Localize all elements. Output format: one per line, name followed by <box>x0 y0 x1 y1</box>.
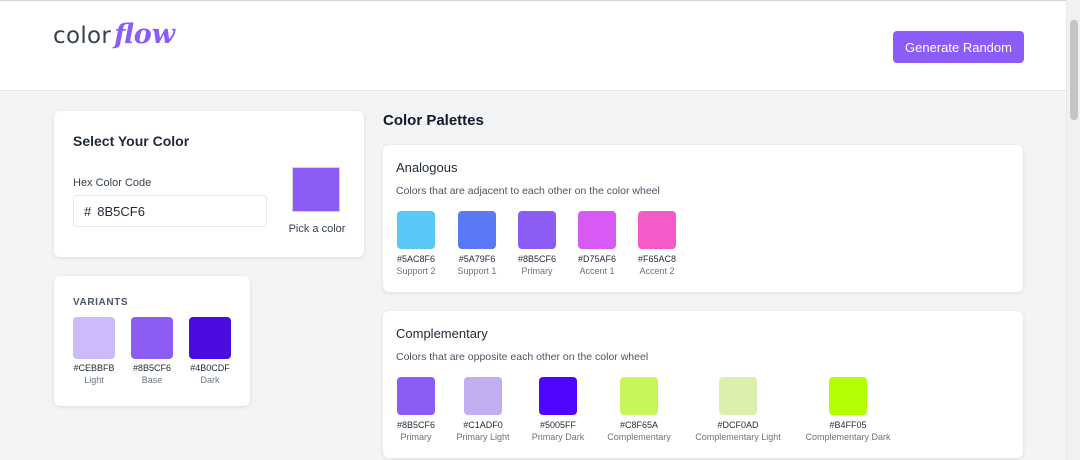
swatch-label: Primary <box>400 432 432 442</box>
swatch-color[interactable] <box>397 377 435 415</box>
swatch-label: Complementary Light <box>695 432 781 442</box>
logo-text-flow: flow <box>114 19 176 50</box>
variant-label: Base <box>141 375 163 385</box>
palette-description: Colors that are opposite each other on t… <box>396 351 649 363</box>
palette-swatch-complementary[interactable]: #C8F65A Complementary <box>599 377 679 442</box>
hex-input-container[interactable]: # <box>73 195 267 227</box>
scrollbar-thumb[interactable] <box>1070 20 1078 120</box>
generate-random-button[interactable]: Generate Random <box>893 31 1024 63</box>
color-selector-card: Select Your Color Hex Color Code # Pick … <box>54 111 364 257</box>
variant-swatch[interactable] <box>131 317 173 359</box>
palette-description: Colors that are adjacent to each other o… <box>396 185 660 197</box>
swatch-color[interactable] <box>518 211 556 249</box>
swatch-hex: #DCF0AD <box>717 420 759 430</box>
color-picker-swatch[interactable] <box>292 167 340 212</box>
swatch-hex: #B4FF05 <box>829 420 867 430</box>
swatch-color[interactable] <box>539 377 577 415</box>
variant-hex: #8B5CF6 <box>132 363 172 373</box>
variant-base[interactable]: #8B5CF6 Base <box>130 317 174 385</box>
variant-label: Light <box>84 375 104 385</box>
swatch-hex: #C1ADF0 <box>463 420 503 430</box>
palette-swatch-primary[interactable]: #8B5CF6 Primary <box>386 377 446 442</box>
palette-swatch-support-1[interactable]: #5A79F6 Support 1 <box>447 211 507 276</box>
variant-swatch[interactable] <box>189 317 231 359</box>
variant-label: Dark <box>200 375 220 385</box>
pick-a-color-label[interactable]: Pick a color <box>282 223 352 235</box>
variants-card: VARIANTS #CEBBFB Light #8B5CF6 Base #4B0… <box>54 276 250 406</box>
swatch-hex: #8B5CF6 <box>396 420 436 430</box>
swatch-hex: #5AC8F6 <box>396 254 436 264</box>
swatch-label: Complementary Dark <box>805 432 891 442</box>
swatch-label: Complementary <box>607 432 671 442</box>
variants-title: VARIANTS <box>73 297 129 308</box>
hex-color-input[interactable] <box>97 203 248 219</box>
palette-swatch-primary[interactable]: #8B5CF6 Primary <box>507 211 567 276</box>
swatch-hex: #5A79F6 <box>458 254 496 264</box>
swatch-color[interactable] <box>464 377 502 415</box>
swatch-hex: #8B5CF6 <box>517 254 557 264</box>
palette-title: Analogous <box>396 160 458 175</box>
swatch-hex: #5005FF <box>539 420 577 430</box>
swatch-color[interactable] <box>829 377 867 415</box>
swatch-hex: #F65AC8 <box>637 254 677 264</box>
analogous-palette-card: Analogous Colors that are adjacent to ea… <box>383 145 1023 292</box>
variant-dark[interactable]: #4B0CDF Dark <box>188 317 232 385</box>
page-scrollbar[interactable] <box>1066 0 1080 460</box>
variant-hex: #CEBBFB <box>73 363 115 373</box>
swatch-label: Primary Light <box>456 432 510 442</box>
palette-swatch-support-2[interactable]: #5AC8F6 Support 2 <box>386 211 446 276</box>
app-header: color flow Generate Random <box>0 0 1066 91</box>
swatch-color[interactable] <box>397 211 435 249</box>
swatch-color[interactable] <box>578 211 616 249</box>
swatch-color[interactable] <box>638 211 676 249</box>
logo-text-color: color <box>53 23 112 49</box>
variant-light[interactable]: #CEBBFB Light <box>72 317 116 385</box>
palette-swatch-accent-2[interactable]: #F65AC8 Accent 2 <box>627 211 687 276</box>
palette-swatch-primary-light[interactable]: #C1ADF0 Primary Light <box>449 377 517 442</box>
palette-title: Complementary <box>396 326 488 341</box>
complementary-palette-card: Complementary Colors that are opposite e… <box>383 311 1023 458</box>
hash-prefix: # <box>84 203 92 219</box>
palette-swatch-complementary-dark[interactable]: #B4FF05 Complementary Dark <box>797 377 899 442</box>
swatch-label: Accent 1 <box>579 266 615 276</box>
palette-swatch-complementary-light[interactable]: #DCF0AD Complementary Light <box>687 377 789 442</box>
variant-hex: #4B0CDF <box>190 363 230 373</box>
selector-title: Select Your Color <box>73 133 190 149</box>
swatch-label: Support 1 <box>457 266 497 276</box>
palette-swatch-primary-dark[interactable]: #5005FF Primary Dark <box>524 377 592 442</box>
swatch-label: Support 2 <box>396 266 436 276</box>
swatch-hex: #D75AF6 <box>577 254 617 264</box>
app-logo[interactable]: color flow <box>53 19 175 50</box>
swatch-label: Primary Dark <box>531 432 585 442</box>
swatch-label: Accent 2 <box>639 266 675 276</box>
swatch-hex: #C8F65A <box>619 420 659 430</box>
swatch-color[interactable] <box>458 211 496 249</box>
swatch-color[interactable] <box>620 377 658 415</box>
swatch-label: Primary <box>521 266 553 276</box>
variant-swatch[interactable] <box>73 317 115 359</box>
palette-swatch-accent-1[interactable]: #D75AF6 Accent 1 <box>567 211 627 276</box>
hex-input-label: Hex Color Code <box>73 177 152 189</box>
swatch-color[interactable] <box>719 377 757 415</box>
color-palettes-heading: Color Palettes <box>383 112 484 129</box>
